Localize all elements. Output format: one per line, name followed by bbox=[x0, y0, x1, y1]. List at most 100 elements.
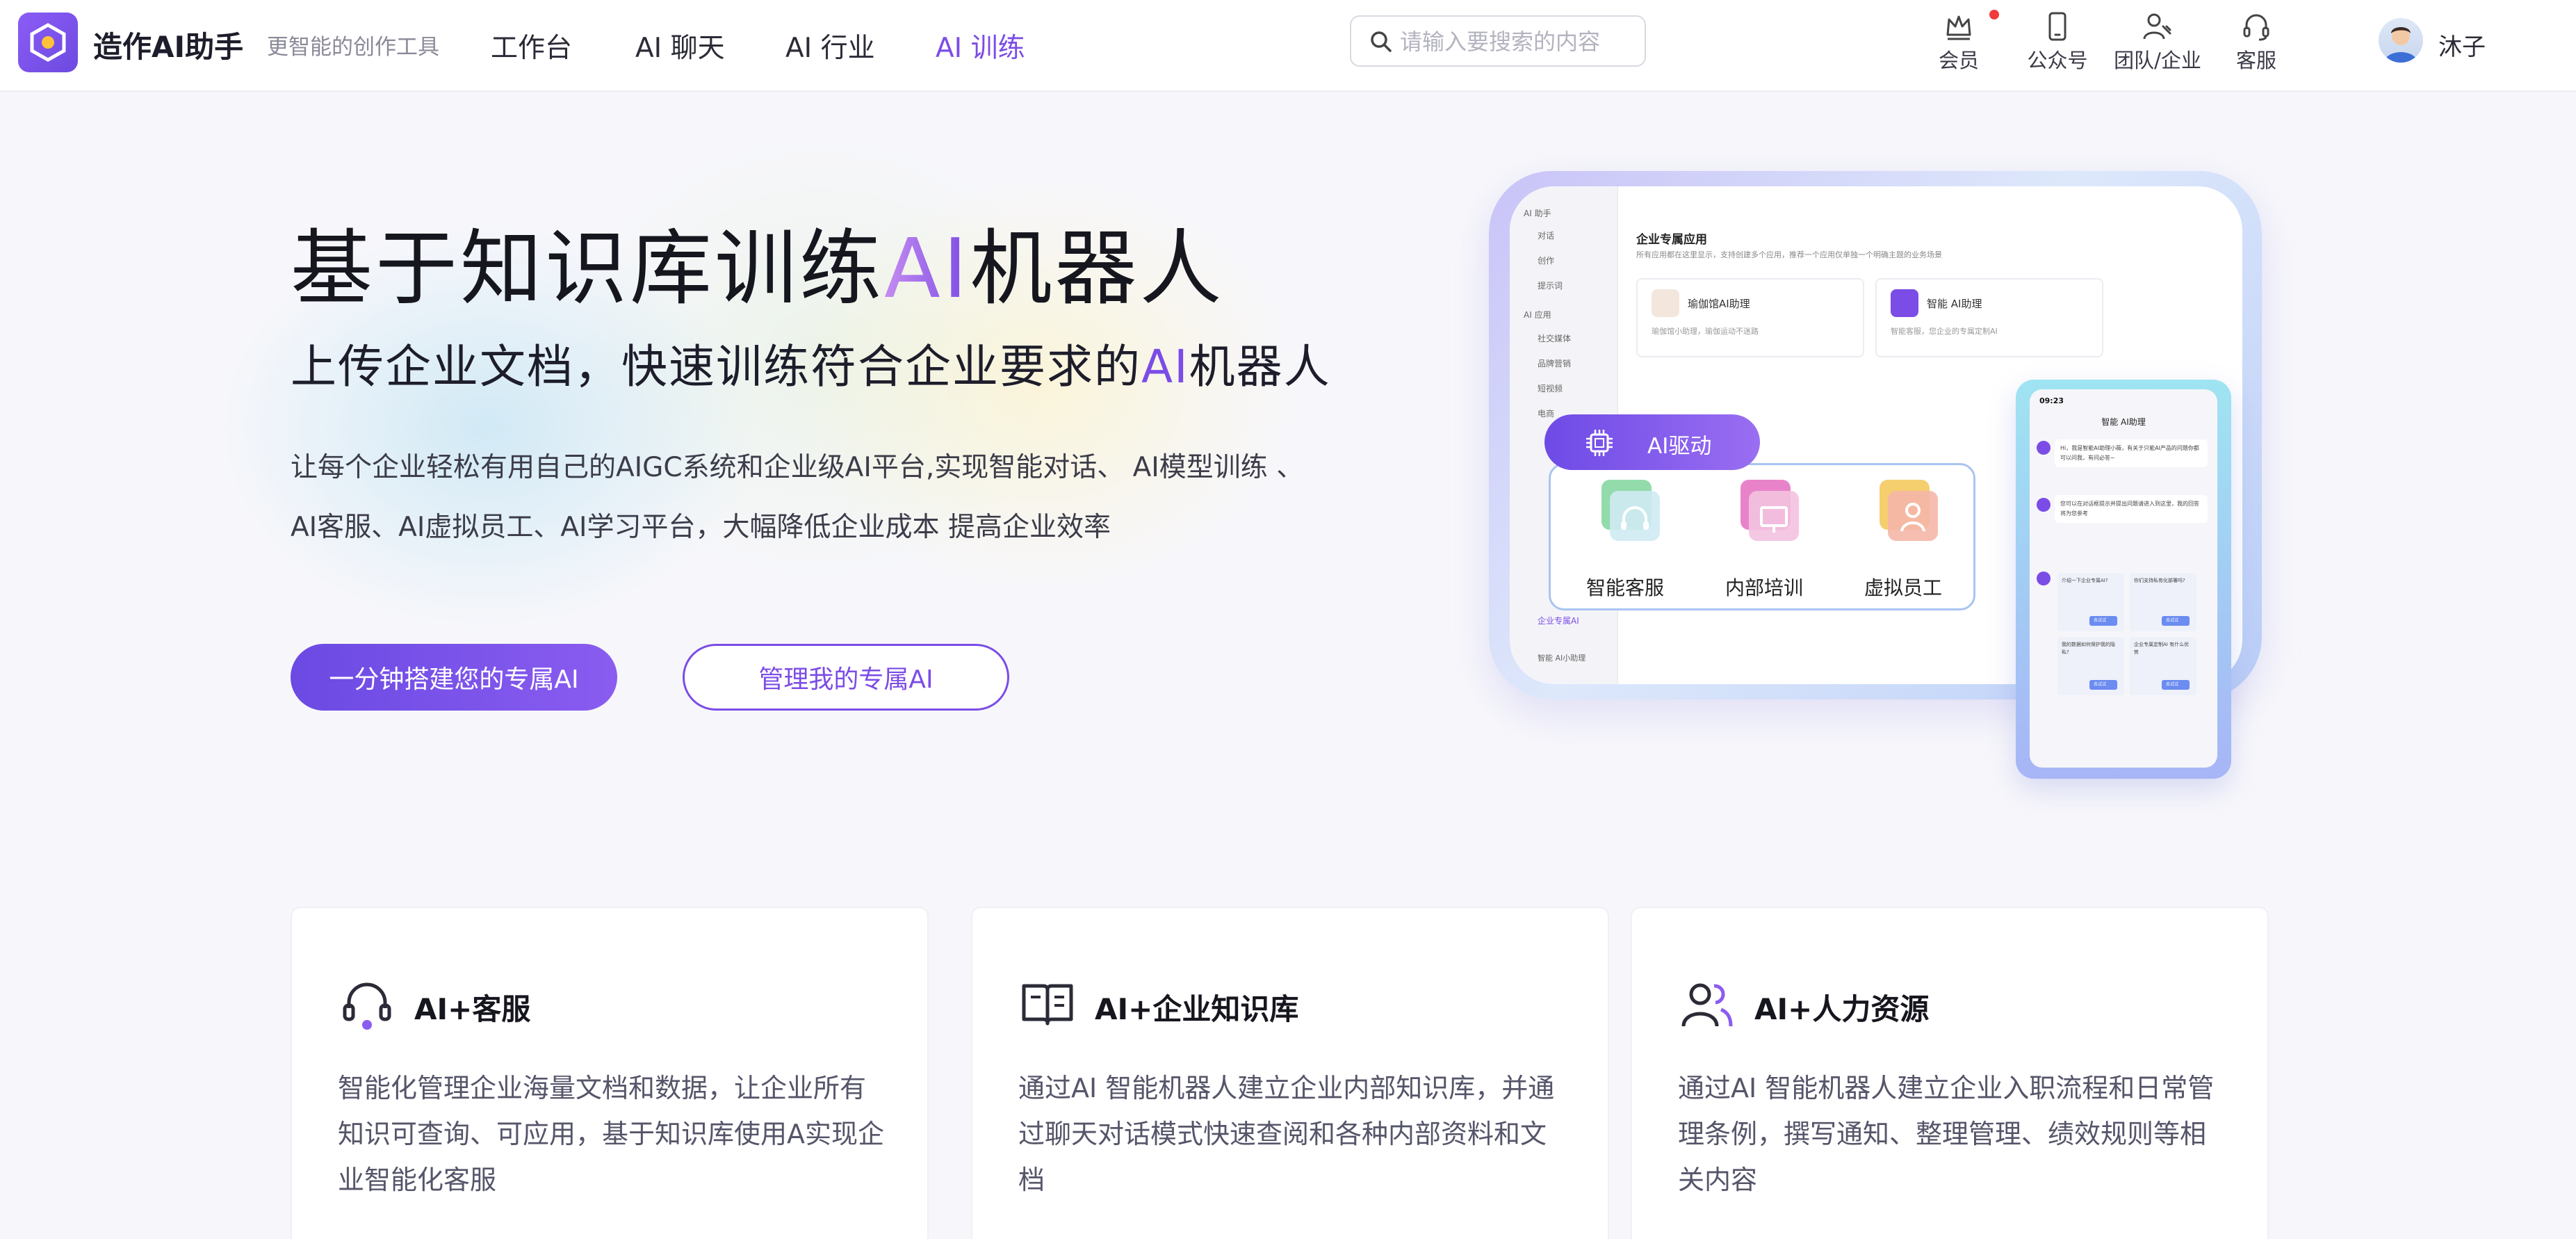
hero-title-text: 基于知识库训练 bbox=[291, 220, 885, 316]
phone-quick-card: 介绍一下企业专属AI? 去试试 bbox=[2057, 573, 2124, 631]
hero-description: 让每个企业轻松有用自己的AIGC系统和企业级AI平台,实现智能对话、 AI模型训… bbox=[291, 438, 1403, 558]
tablet-main-title: 企业专属应用 bbox=[1636, 233, 1707, 247]
hero-title: 基于知识库训练AI机器人 bbox=[291, 202, 1225, 321]
build-ai-button[interactable]: 一分钟搭建您的专属AI bbox=[291, 644, 617, 711]
phone-try-button: 去试试 bbox=[2089, 680, 2117, 690]
tablet-sidebar-item: 对话 bbox=[1538, 231, 1555, 241]
drive-item-virtual-staff: 虚拟员工 bbox=[1848, 480, 1959, 605]
phone-quick-card-text: 我的数据如何保护我的隐私? bbox=[2062, 642, 2115, 655]
bot-avatar-icon bbox=[2037, 498, 2051, 512]
tablet-sidebar-item: 品牌营销 bbox=[1538, 359, 1572, 369]
user-avatar[interactable] bbox=[2379, 18, 2423, 63]
hero-title-text-end: 机器人 bbox=[970, 220, 1225, 316]
ai-drive-pill: AI驱动 bbox=[1544, 414, 1760, 470]
phone-try-label: 去试试 bbox=[2094, 682, 2107, 687]
ai-drive-label: AI驱动 bbox=[1647, 434, 1712, 459]
tablet-sidebar-item: 创作 bbox=[1538, 256, 1555, 266]
phone-try-label: 去试试 bbox=[2166, 682, 2179, 687]
tablet-app-card: 瑜伽馆AI助理 瑜伽馆小助理，瑜伽运动不迷路 bbox=[1636, 278, 1864, 357]
feature-card-title: AI+企业知识库 bbox=[1095, 992, 1299, 1026]
nav-workbench[interactable]: 工作台 bbox=[491, 26, 572, 65]
tablet-main-desc: 所有应用都在这里显示，支持创建多个应用，推荐一个应用仅单独一个明确主题的业务场景 bbox=[1636, 250, 1942, 259]
vip-button[interactable]: 会员 bbox=[1910, 10, 2007, 79]
tablet-app-card-title: 瑜伽馆AI助理 bbox=[1688, 298, 1750, 310]
phone-quick-card: 我的数据如何保护我的隐私? 去试试 bbox=[2057, 637, 2124, 695]
hero-subtitle-accent: AI bbox=[1141, 340, 1189, 394]
tablet-sidebar-item: 社交媒体 bbox=[1538, 334, 1572, 343]
headset-icon bbox=[343, 982, 391, 1030]
phone-mockup-screen: 09:23 智能 AI助理 Hi，我是智能AI助理小薇，有关于只能AI产品的问题… bbox=[2030, 389, 2217, 768]
phone-quick-card: 你们支持私有化部署吗? 去试试 bbox=[2130, 573, 2196, 631]
tablet-app-card-desc: 智能客服，您企业的专属定制AI bbox=[1891, 327, 1998, 336]
feature-card-customer-service[interactable]: AI+客服 智能化管理企业海量文档和数据，让企业所有知识可查询、可应用，基于知识… bbox=[291, 907, 929, 1239]
feature-card-knowledge-base[interactable]: AI+企业知识库 通过AI 智能机器人建立企业内部知识库，并通过聊天对话模式快速… bbox=[971, 907, 1609, 1239]
tablet-sidebar-item: 电商 bbox=[1538, 409, 1555, 419]
feature-card-title: AI+人力资源 bbox=[1754, 992, 1930, 1026]
tablet-sidebar-assistant: 智能 AI小助理 bbox=[1538, 654, 1586, 663]
people-icon bbox=[1681, 983, 1733, 1027]
tablet-app-card: 智能 AI助理 智能客服，您企业的专属定制AI bbox=[1875, 278, 2103, 357]
search-icon bbox=[1371, 31, 1392, 52]
hero-subtitle-text: 上传企业文档，快速训练符合企业要求的 bbox=[291, 340, 1141, 394]
book-icon bbox=[1022, 984, 1073, 1026]
tablet-sidebar-item: 提示词 bbox=[1538, 281, 1563, 291]
team-enterprise-label: 团队/企业 bbox=[2114, 49, 2201, 72]
tablet-sidebar-item: AI 助手 bbox=[1524, 209, 1551, 218]
virtual-staff-icon bbox=[1880, 480, 1938, 541]
search-input[interactable] bbox=[1400, 24, 1636, 60]
phone-title: 智能 AI助理 bbox=[2101, 417, 2146, 427]
phone-quick-card-text: 介绍一下企业专属AI? bbox=[2062, 578, 2108, 583]
hero-desc-line-2: AI客服、AI虚拟员工、AI学习平台，大幅降低企业成本 提高企业效率 bbox=[291, 512, 1111, 543]
bot-avatar-icon bbox=[2037, 572, 2051, 585]
headset-icon bbox=[2243, 14, 2269, 41]
tablet-sidebar-item: 短视频 bbox=[1538, 384, 1563, 394]
official-account-button[interactable]: 公众号 bbox=[2009, 10, 2106, 79]
drive-item-customer-service: 智能客服 bbox=[1570, 480, 1681, 605]
training-icon bbox=[1741, 480, 1799, 541]
manage-ai-button[interactable]: 管理我的专属AI bbox=[683, 644, 1009, 711]
phone-message: Hi，我是智能AI助理小薇，有关于只能AI产品的问题你都可以问我，有问必答~ bbox=[2055, 439, 2208, 467]
phone-try-label: 去试试 bbox=[2094, 618, 2107, 623]
crown-icon bbox=[1946, 15, 1971, 40]
yoga-icon bbox=[1652, 289, 1679, 317]
feature-card-desc: 智能化管理企业海量文档和数据，让企业所有知识可查询、可应用，基于知识库使用A实现… bbox=[338, 1073, 884, 1195]
phone-message: 您可以在对话框提示并提出问题请进入到这里，我的回答将为您参考 bbox=[2055, 495, 2208, 523]
official-account-label: 公众号 bbox=[2027, 49, 2088, 72]
tablet-sidebar-item: AI 应用 bbox=[1524, 310, 1551, 320]
tablet-sidebar-item-active: 企业专属AI bbox=[1538, 616, 1579, 626]
drive-item-label: 虚拟员工 bbox=[1864, 576, 1942, 599]
customer-service-button[interactable]: 客服 bbox=[2208, 10, 2305, 79]
phone-icon bbox=[2048, 12, 2066, 41]
notification-dot bbox=[1989, 10, 1999, 19]
user-name[interactable]: 沐子 bbox=[2438, 28, 2486, 62]
phone-quick-card: 企业专属定制AI 有什么优势 去试试 bbox=[2130, 637, 2196, 695]
top-header: 造作AI助手 更智能的创作工具 工作台 AI 聊天 AI 行业 AI 训练 会员… bbox=[0, 0, 2576, 92]
brand-name[interactable]: 造作AI助手 bbox=[93, 24, 243, 66]
team-enterprise-button[interactable]: 团队/企业 bbox=[2109, 10, 2206, 79]
hero-subtitle: 上传企业文档，快速训练符合企业要求的AI机器人 bbox=[291, 330, 1331, 396]
feature-card-title: AI+客服 bbox=[414, 992, 531, 1026]
phone-quick-card-text: 企业专属定制AI 有什么优势 bbox=[2134, 642, 2190, 655]
feature-card-desc: 通过AI 智能机器人建立企业入职流程和日常管理条例，撰写通知、整理管理、绩效规则… bbox=[1678, 1073, 2215, 1195]
feature-card-desc: 通过AI 智能机器人建立企业内部知识库，并通过聊天对话模式快速查阅和各种内部资料… bbox=[1018, 1073, 1555, 1195]
brand-slogan: 更智能的创作工具 bbox=[267, 35, 439, 60]
phone-try-button: 去试试 bbox=[2089, 616, 2117, 626]
phone-try-button: 去试试 bbox=[2162, 680, 2190, 690]
feature-card-human-resources[interactable]: AI+人力资源 通过AI 智能机器人建立企业入职流程和日常管理条例，撰写通知、整… bbox=[1631, 907, 2269, 1239]
drive-item-label: 智能客服 bbox=[1585, 576, 1664, 599]
phone-time: 09:23 bbox=[2039, 396, 2064, 405]
nav-ai-training[interactable]: AI 训练 bbox=[936, 26, 1025, 65]
smart-service-icon bbox=[1601, 480, 1660, 541]
hero-title-accent: AI bbox=[884, 220, 970, 316]
nav-ai-industry[interactable]: AI 行业 bbox=[785, 26, 875, 65]
drive-item-label: 内部培训 bbox=[1725, 576, 1803, 599]
logo-icon[interactable] bbox=[18, 13, 78, 72]
search-box[interactable] bbox=[1350, 15, 1646, 67]
vip-label: 会员 bbox=[1938, 49, 1979, 72]
team-icon bbox=[2143, 13, 2171, 40]
hero-subtitle-text-end: 机器人 bbox=[1189, 340, 1331, 394]
nav-ai-chat[interactable]: AI 聊天 bbox=[635, 26, 725, 65]
hero-desc-line-1: 让每个企业轻松有用自己的AIGC系统和企业级AI平台,实现智能对话、 AI模型训… bbox=[291, 452, 1304, 483]
customer-service-label: 客服 bbox=[2235, 49, 2276, 72]
drive-item-training: 内部培训 bbox=[1709, 480, 1820, 605]
